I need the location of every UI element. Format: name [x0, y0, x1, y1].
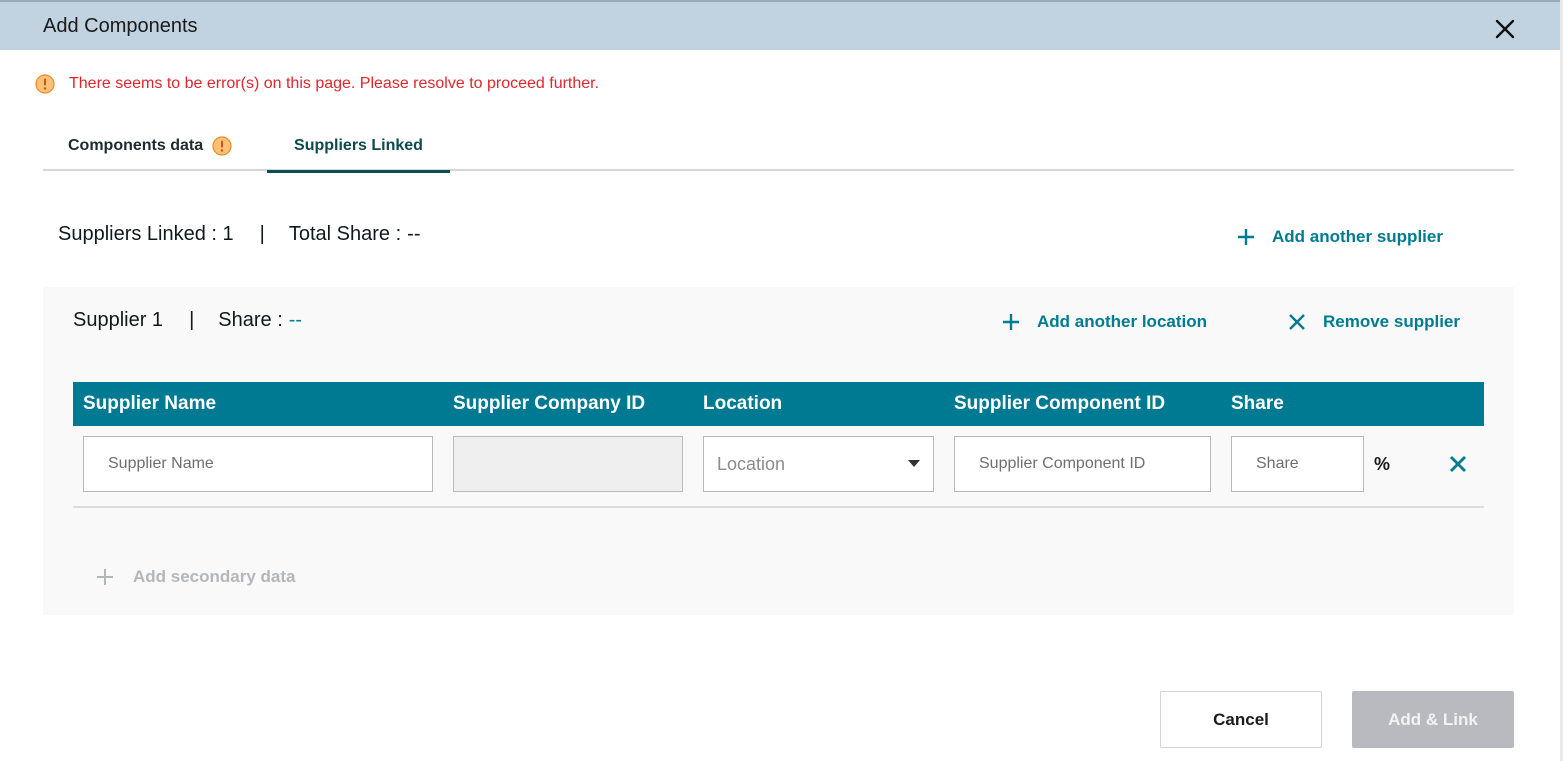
- error-banner: There seems to be error(s) on this page.…: [35, 74, 599, 94]
- add-secondary-label: Add secondary data: [133, 567, 296, 586]
- column-header-supplier-company-id: Supplier Company ID: [453, 393, 646, 414]
- supplier-title: Supplier 1: [73, 309, 164, 331]
- add-link-label: Add & Link: [1388, 709, 1478, 729]
- add-another-location-button[interactable]: Add another location: [1002, 312, 1207, 332]
- divider: |: [189, 309, 195, 331]
- cancel-label: Cancel: [1213, 709, 1269, 729]
- error-message: There seems to be error(s) on this page.…: [69, 75, 600, 92]
- tab-suppliers-linked[interactable]: Suppliers Linked: [267, 120, 450, 173]
- column-header-supplier-component-id: Supplier Component ID: [954, 393, 1166, 414]
- suppliers-linked-count: Suppliers Linked : 1: [58, 223, 234, 245]
- supplier-name-input[interactable]: [83, 436, 433, 492]
- remove-supplier-button[interactable]: Remove supplier: [1288, 312, 1460, 332]
- close-icon[interactable]: [1493, 17, 1517, 41]
- plus-icon: [97, 569, 113, 585]
- total-share-value: --: [407, 223, 421, 245]
- supplier-company-id-input: [453, 436, 683, 492]
- tab-bar: Components data Suppliers Linked: [43, 120, 1514, 173]
- add-another-supplier-button[interactable]: Add another supplier: [1237, 227, 1443, 247]
- share-input[interactable]: [1231, 436, 1364, 492]
- location-select[interactable]: Location: [703, 436, 934, 492]
- location-placeholder: Location: [717, 453, 786, 474]
- warning-icon: [212, 135, 232, 156]
- warning-icon: [35, 74, 55, 94]
- tab-components-data[interactable]: Components data: [68, 120, 232, 171]
- percent-sign: %: [1374, 454, 1391, 474]
- supplier-component-id-input[interactable]: [954, 436, 1211, 492]
- plus-icon: [1003, 314, 1019, 330]
- supplier-card-header: Supplier 1 | Share : --: [73, 309, 302, 332]
- add-and-link-button[interactable]: Add & Link: [1352, 691, 1514, 748]
- cancel-button[interactable]: Cancel: [1160, 691, 1322, 748]
- plus-icon: [1238, 229, 1254, 245]
- column-header-location: Location: [703, 393, 783, 414]
- total-share-label: Total Share :: [288, 223, 402, 245]
- dialog-title: Add Components: [43, 15, 198, 37]
- column-header-share: Share: [1231, 393, 1284, 414]
- divider: |: [259, 223, 265, 245]
- suppliers-summary: Suppliers Linked : 1 | Total Share : --: [58, 223, 421, 246]
- chevron-down-icon: [908, 460, 920, 467]
- supplier-share-label: Share :: [218, 309, 283, 331]
- tab-label: Components data: [68, 136, 204, 154]
- add-components-dialog: Add Components There seems to be error(s…: [0, 0, 1563, 761]
- table-row: Location %: [73, 426, 1484, 508]
- add-location-label: Add another location: [1037, 312, 1207, 331]
- dialog-titlebar: Add Components: [0, 0, 1563, 50]
- supplier-card: Supplier 1 | Share : -- Add another loca…: [43, 287, 1514, 615]
- supplier-table-header: Supplier Name Supplier Company ID Locati…: [73, 382, 1484, 426]
- add-supplier-label: Add another supplier: [1272, 227, 1443, 246]
- tab-label: Suppliers Linked: [294, 136, 423, 154]
- remove-supplier-label: Remove supplier: [1323, 312, 1460, 331]
- add-secondary-data-button[interactable]: Add secondary data: [96, 567, 296, 587]
- column-header-supplier-name: Supplier Name: [83, 393, 217, 414]
- close-icon[interactable]: [1449, 455, 1467, 473]
- supplier-share-value: --: [288, 309, 303, 331]
- close-icon: [1289, 314, 1305, 330]
